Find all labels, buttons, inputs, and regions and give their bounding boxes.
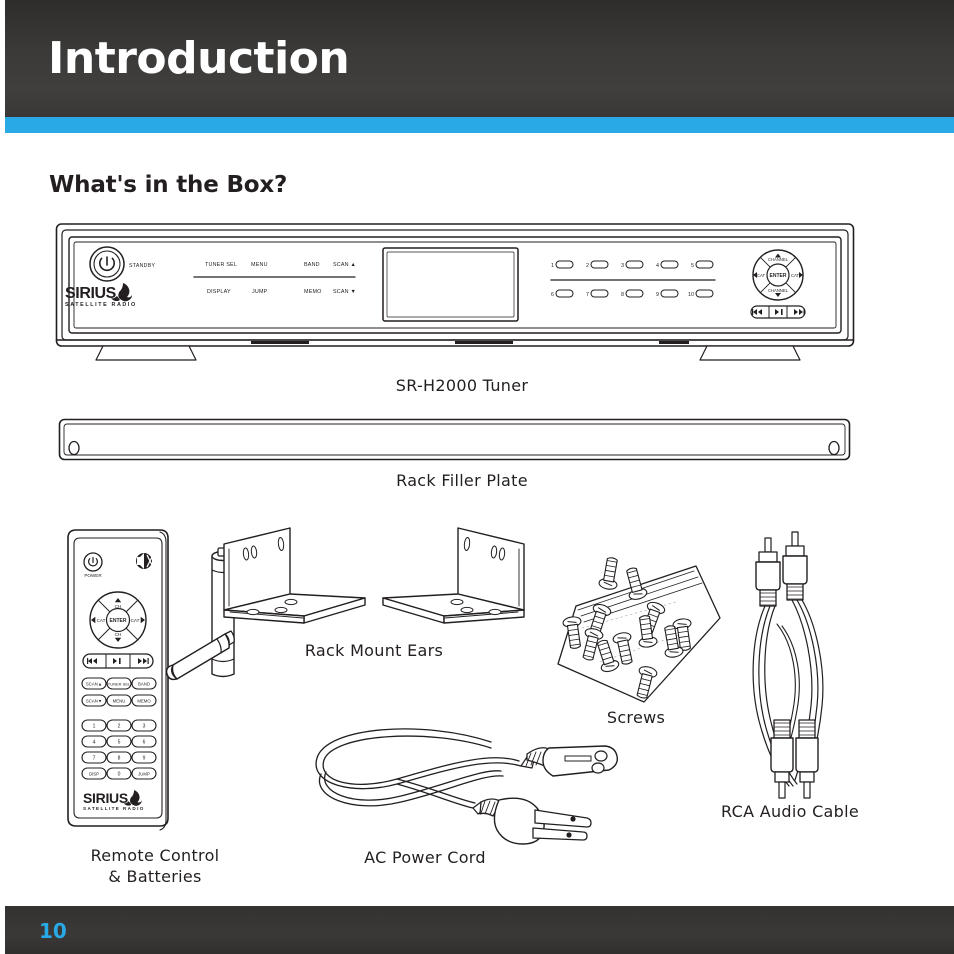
mount-hole-left xyxy=(68,440,80,456)
svg-text:CH: CH xyxy=(115,604,122,609)
tuner-fn-label: DISPLAY xyxy=(207,289,231,295)
svg-text:6: 6 xyxy=(143,740,146,746)
svg-text:5: 5 xyxy=(691,263,694,269)
page-number: 10 xyxy=(39,919,67,943)
tuner-fn-label: JUMP xyxy=(252,289,268,295)
figure-ac-power-cord xyxy=(305,722,635,852)
svg-text:3: 3 xyxy=(143,724,146,730)
svg-text:SCAN▼: SCAN▼ xyxy=(86,699,102,704)
svg-text:2: 2 xyxy=(586,263,589,269)
caption-rca-audio-cable: RCA Audio Cable xyxy=(720,802,859,821)
svg-text:CAT: CAT xyxy=(97,618,106,623)
svg-text:6: 6 xyxy=(551,292,554,298)
svg-text:9: 9 xyxy=(656,292,659,298)
mount-hole-right xyxy=(828,440,840,456)
ac-cord-wall-plug xyxy=(472,797,592,845)
tuner-fn-label: MEMO xyxy=(304,289,322,295)
svg-text:CAT: CAT xyxy=(757,273,766,278)
svg-text:4: 4 xyxy=(93,740,96,746)
rca-plug-top-right xyxy=(782,531,808,601)
accent-bar xyxy=(5,117,954,133)
remote-power-label: POWER xyxy=(84,573,102,578)
remote-transport-buttons xyxy=(82,653,154,669)
svg-text:8: 8 xyxy=(118,756,121,762)
sirius-logo: SIRIUS SATELLITE RADIO xyxy=(65,283,137,308)
svg-text:9: 9 xyxy=(143,756,146,762)
svg-text:SATELLITE RADIO: SATELLITE RADIO xyxy=(83,806,145,811)
tuner-fn-label: MENU xyxy=(251,262,268,268)
screw xyxy=(598,557,618,590)
tuner-transport-buttons xyxy=(750,305,806,319)
remote-navpad: ENTER CH CH CAT CAT xyxy=(89,591,147,649)
figure-tuner: STANDBY SIRIUS SATELLITE RADIO TUNER SEL… xyxy=(55,222,855,367)
svg-text:7: 7 xyxy=(586,292,589,298)
tuner-fn-label: SCAN ▲ xyxy=(333,262,356,268)
rca-plug-top-left xyxy=(755,537,781,607)
svg-text:1: 1 xyxy=(551,263,554,269)
rack-mount-ear-left xyxy=(223,527,366,624)
page-footer: 10 xyxy=(5,906,954,954)
tuner-fn-label: TUNER SEL xyxy=(205,262,237,268)
svg-text:ENTER: ENTER xyxy=(110,618,127,624)
svg-text:CHANNEL: CHANNEL xyxy=(768,288,789,293)
sirius-logo-remote: SIRIUS SATELLITE RADIO xyxy=(83,790,145,811)
svg-text:SIRIUS: SIRIUS xyxy=(65,285,117,302)
section-heading: What's in the Box? xyxy=(49,172,288,198)
caption-rack-mount-ears: Rack Mount Ears xyxy=(304,641,444,660)
svg-text:0: 0 xyxy=(118,772,121,778)
svg-text:CAT: CAT xyxy=(791,273,800,278)
svg-text:CAT: CAT xyxy=(131,618,140,623)
svg-text:3: 3 xyxy=(621,263,624,269)
svg-text:4: 4 xyxy=(656,263,659,269)
standby-label: STANDBY xyxy=(129,263,155,269)
svg-text:5: 5 xyxy=(118,740,121,746)
svg-text:CH: CH xyxy=(115,632,122,637)
figure-rack-filler-plate xyxy=(58,418,858,464)
tuner-display-window xyxy=(382,247,519,322)
svg-text:MEMO: MEMO xyxy=(137,699,151,704)
figure-rca-audio-cable xyxy=(745,528,855,810)
svg-text:8: 8 xyxy=(621,292,624,298)
tuner-navpad: ENTER CHANNEL CHANNEL CAT CAT xyxy=(752,249,804,301)
svg-text:SIRIUS: SIRIUS xyxy=(83,790,128,806)
svg-text:JUMP: JUMP xyxy=(138,772,150,777)
ac-cord-c7-connector xyxy=(520,745,619,777)
page-header: Introduction xyxy=(5,0,954,117)
svg-text:MENU: MENU xyxy=(113,699,126,704)
caption-remote-control: Remote Control & Batteries xyxy=(90,846,220,886)
svg-text:7: 7 xyxy=(93,756,96,762)
caption-tuner: SR-H2000 Tuner xyxy=(395,376,529,395)
figure-screws xyxy=(548,557,728,712)
rca-plug-bottom-right xyxy=(795,719,819,799)
tuner-fn-label: SCAN ▼ xyxy=(333,289,356,295)
svg-text:BAND: BAND xyxy=(138,682,150,687)
svg-text:DISP: DISP xyxy=(89,772,99,777)
rca-plug-bottom-left xyxy=(770,719,794,799)
svg-text:ENTER: ENTER xyxy=(770,273,787,279)
rack-mount-ear-right xyxy=(382,527,525,624)
svg-text:CHANNEL: CHANNEL xyxy=(768,257,789,262)
svg-text:SCAN▲: SCAN▲ xyxy=(86,682,102,687)
svg-text:TUNER SEL: TUNER SEL xyxy=(108,682,131,687)
figure-rack-mount-ears xyxy=(218,522,530,632)
svg-text:1: 1 xyxy=(93,724,96,730)
svg-text:2: 2 xyxy=(118,724,121,730)
svg-text:SATELLITE RADIO: SATELLITE RADIO xyxy=(65,302,137,308)
caption-rack-filler-plate: Rack Filler Plate xyxy=(396,471,528,490)
page-title: Introduction xyxy=(48,33,350,84)
caption-ac-power-cord: AC Power Cord xyxy=(364,848,486,867)
svg-text:10: 10 xyxy=(688,292,694,298)
manual-page: Introduction What's in the Box? STANDBY … xyxy=(0,0,954,954)
tuner-fn-label: BAND xyxy=(304,262,320,268)
